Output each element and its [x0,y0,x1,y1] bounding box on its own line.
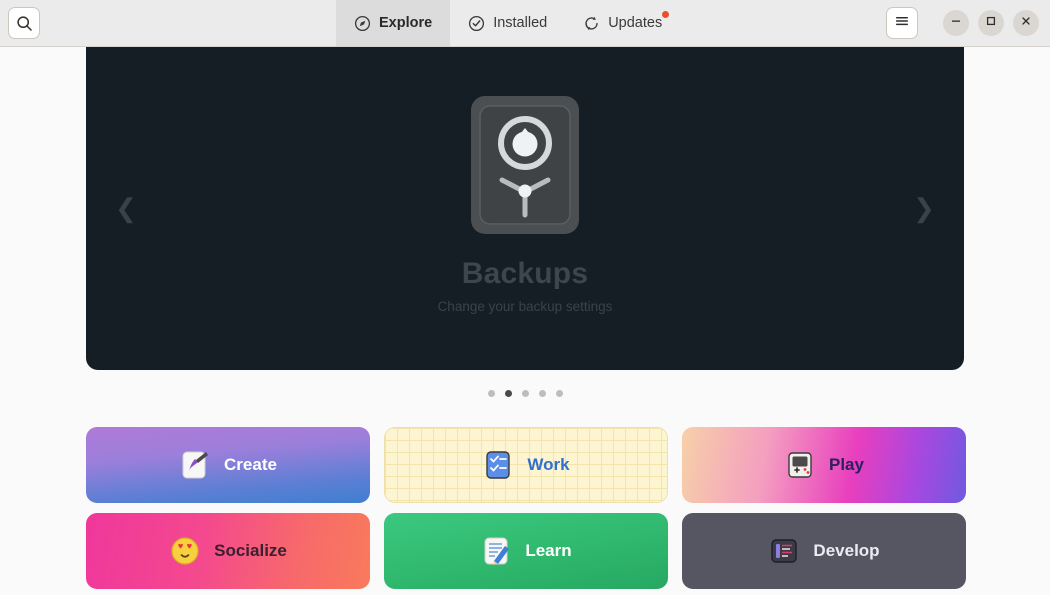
header-left-region [0,0,336,46]
tab-updates-label: Updates [608,15,663,31]
category-tile-play-label: Play [829,455,864,474]
featured-app-subtitle: Change your backup settings [437,299,613,314]
category-tile-socialize-label: Socialize [214,541,287,560]
tab-installed-label: Installed [493,15,548,31]
category-tile-grid: Create Work Play Socialize Learn Develop [86,427,966,589]
maximize-button[interactable] [978,10,1004,36]
tab-updates[interactable]: Updates [565,0,680,46]
featured-app-title: Backups [461,257,589,290]
tab-installed[interactable]: Installed [450,0,565,46]
category-tile-work-label: Work [527,455,570,474]
check-circle-icon [468,15,485,32]
safe-icon [470,95,580,235]
featured-carousel-banner[interactable]: Backups Change your backup settings ❮ ❯ [86,47,964,370]
tab-explore[interactable]: Explore [336,0,451,46]
minimize-icon [950,14,962,32]
search-icon [16,15,33,32]
main-menu-button[interactable] [886,7,918,39]
close-button[interactable] [1013,10,1039,36]
carousel-dot[interactable] [521,389,529,397]
category-tile-create[interactable]: Create [86,427,370,503]
carousel-prev-arrow[interactable]: ❮ [111,189,141,229]
category-tile-develop[interactable]: Develop [682,513,966,589]
category-tile-develop-label: Develop [813,541,880,560]
carousel-dot-active[interactable] [504,389,512,397]
carousel-dots [86,385,964,401]
category-tile-socialize[interactable]: Socialize [86,513,370,589]
gamepad-icon [784,449,816,481]
maximize-icon [985,14,997,32]
checklist-icon [482,449,514,481]
heart-eyes-icon [169,535,201,567]
carousel-dot[interactable] [538,389,546,397]
updates-badge-dot [662,11,670,18]
carousel-next-arrow[interactable]: ❯ [909,189,939,229]
minimize-button[interactable] [943,10,969,36]
category-tile-learn-label: Learn [525,541,572,560]
category-tile-learn[interactable]: Learn [384,513,668,589]
category-tile-work[interactable]: Work [384,427,668,503]
main-content: Backups Change your backup settings ❮ ❯ … [0,47,1050,595]
close-icon [1020,14,1032,32]
featured-app-card[interactable]: Backups Change your backup settings [86,47,964,370]
carousel-dot[interactable] [487,389,495,397]
category-tile-create-label: Create [224,455,277,474]
graph-paper-pattern [385,428,667,502]
paintbrush-icon [179,449,211,481]
refresh-icon [583,15,600,32]
memo-pencil-icon [480,535,512,567]
compass-icon [354,15,371,32]
carousel-dot[interactable] [555,389,563,397]
view-switcher-tabs: Explore Installed Updates [336,0,680,46]
category-tile-play[interactable]: Play [682,427,966,503]
search-button[interactable] [8,7,40,39]
tab-explore-label: Explore [379,15,433,31]
hamburger-menu-icon [894,13,910,34]
code-window-icon [768,535,800,567]
header-bar: Explore Installed Updates [0,0,1050,47]
window-controls-region [886,7,1050,39]
